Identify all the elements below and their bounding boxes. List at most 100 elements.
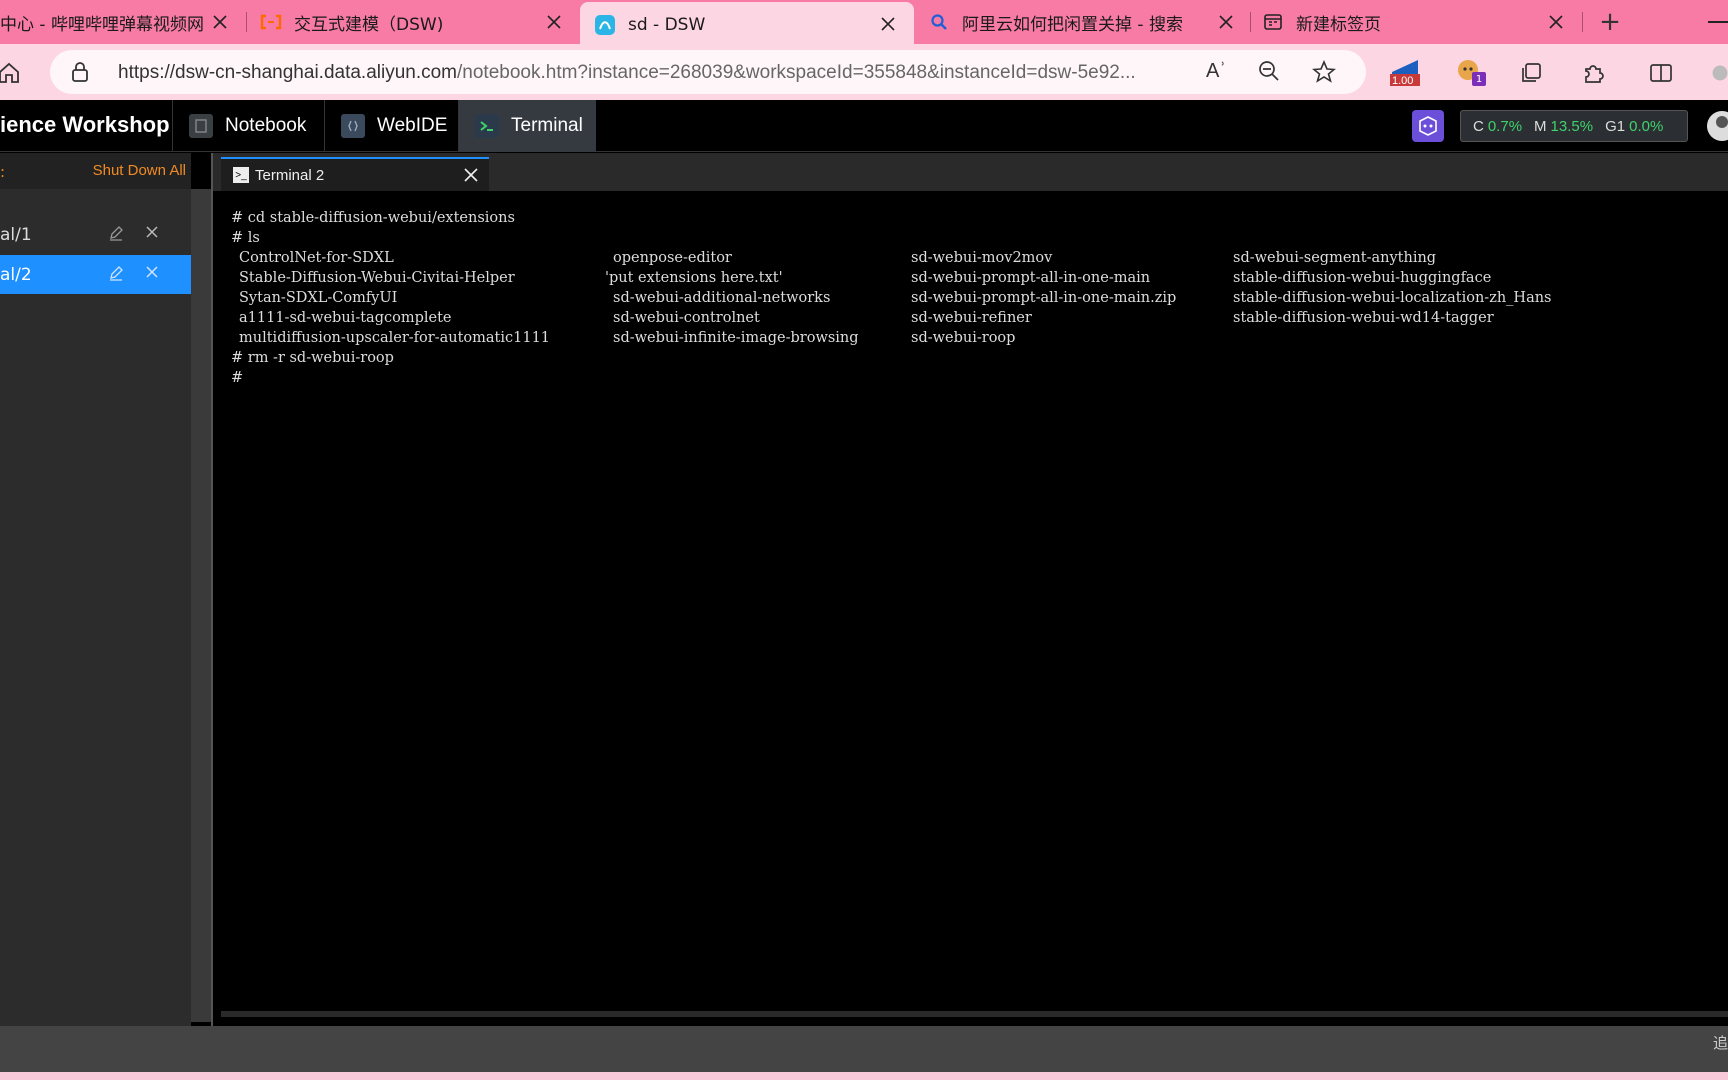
close-icon[interactable] bbox=[1546, 12, 1566, 32]
tab-webide[interactable]: WebIDE bbox=[324, 100, 458, 152]
tab-notebook[interactable]: Notebook bbox=[172, 100, 324, 152]
browser-tab-strip: 中心 - 哔哩哔哩弹幕视频网 交互式建模（DSW) sd - DSW 阿里云如何… bbox=[0, 0, 1728, 44]
tab-separator bbox=[246, 12, 247, 32]
terminal-line: # ls bbox=[231, 230, 260, 246]
ls-entry: sd-webui-prompt-all-in-one-main bbox=[911, 270, 1151, 286]
ls-entry: sd-webui-prompt-all-in-one-main.zip bbox=[911, 290, 1177, 306]
split-screen-icon[interactable] bbox=[1646, 58, 1676, 88]
terminal-line: # rm -r sd-webui-roop bbox=[231, 350, 394, 366]
url-text[interactable]: https://dsw-cn-shanghai.data.aliyun.com/… bbox=[118, 62, 1136, 84]
browser-tab-sd-dsw[interactable]: sd - DSW bbox=[580, 2, 914, 44]
terminal-sidebar: : Shut Down All al/1 al/2 bbox=[0, 153, 211, 1026]
edit-icon[interactable] bbox=[108, 225, 124, 246]
tab-title: 阿里云如何把闲置关掉 - 搜索 bbox=[962, 14, 1183, 35]
terminal-horizontal-scrollbar[interactable] bbox=[221, 1011, 1728, 1017]
tab-title: 新建标签页 bbox=[1296, 14, 1381, 35]
tab-terminal-2[interactable]: >_ Terminal 2 bbox=[221, 157, 489, 191]
user-avatar[interactable] bbox=[1706, 110, 1728, 142]
browser-tab-bilibili[interactable]: 中心 - 哔哩哔哩弹幕视频网 bbox=[0, 0, 246, 44]
resource-monitor[interactable]: C 0.7% M 13.5% G1 0.0% bbox=[1460, 110, 1688, 142]
new-tab-button[interactable]: + bbox=[1596, 7, 1624, 37]
url-path: /notebook.htm?instance=268039&workspaceI… bbox=[457, 62, 1136, 83]
tab-terminal[interactable]: Terminal bbox=[458, 100, 596, 152]
browser-tab-dsw-modeling[interactable]: 交互式建模（DSW) bbox=[260, 0, 580, 44]
assistant-robot-icon[interactable] bbox=[1412, 110, 1444, 142]
ls-entry: multidiffusion-upscaler-for-automatic111… bbox=[239, 330, 551, 346]
ls-entry: sd-webui-roop bbox=[911, 330, 1016, 346]
sidebar-header-fragment: : bbox=[0, 163, 6, 181]
collections-icon[interactable] bbox=[1516, 58, 1546, 88]
newtab-icon bbox=[1262, 11, 1284, 33]
status-bar: 追 bbox=[0, 1026, 1728, 1072]
ls-entry: a1111-sd-webui-tagcomplete bbox=[239, 310, 452, 326]
close-icon[interactable] bbox=[1216, 12, 1236, 32]
gpu-value: 0.0% bbox=[1629, 117, 1664, 135]
app-brand: ience Workshop bbox=[0, 112, 170, 137]
profile-avatar-icon[interactable] bbox=[1712, 58, 1728, 88]
dsw-icon bbox=[594, 14, 616, 36]
extension-avatar-icon[interactable]: 1 bbox=[1454, 56, 1486, 86]
extension-count-badge: 1 bbox=[1472, 72, 1486, 86]
aliyun-icon bbox=[260, 11, 282, 33]
close-icon[interactable] bbox=[144, 264, 160, 285]
minimize-icon[interactable] bbox=[1708, 21, 1728, 23]
ls-entry: sd-webui-refiner bbox=[911, 310, 1032, 326]
ls-entry: 'put extensions here.txt' bbox=[605, 270, 783, 286]
close-icon[interactable] bbox=[878, 14, 898, 34]
ls-entry: sd-webui-controlnet bbox=[613, 310, 760, 326]
address-bar[interactable]: https://dsw-cn-shanghai.data.aliyun.com/… bbox=[50, 50, 1366, 94]
cpu-value: 0.7% bbox=[1487, 117, 1523, 135]
read-aloud-icon[interactable]: Aʾ bbox=[1206, 60, 1226, 83]
terminal-prompt[interactable]: # bbox=[231, 370, 243, 386]
extensions-puzzle-icon[interactable] bbox=[1578, 58, 1608, 88]
sidebar-item-label: al/2 bbox=[0, 264, 32, 285]
status-text: 追 bbox=[1712, 1034, 1728, 1052]
bottom-strip bbox=[0, 1072, 1728, 1080]
terminal-tab-title: Terminal 2 bbox=[255, 166, 325, 184]
ls-entry: sd-webui-mov2mov bbox=[911, 250, 1053, 266]
terminal-icon: >_ bbox=[233, 167, 249, 183]
close-icon[interactable] bbox=[463, 167, 479, 187]
terminal-tab-bar: >_ Terminal 2 bbox=[213, 153, 1728, 191]
notebook-icon bbox=[189, 114, 213, 138]
ls-entry: sd-webui-additional-networks bbox=[613, 290, 831, 306]
sidebar-item-terminal-1[interactable]: al/1 bbox=[0, 215, 191, 254]
lock-icon[interactable] bbox=[70, 61, 90, 87]
sidebar-item-terminal-2[interactable]: al/2 bbox=[0, 255, 191, 294]
ls-entry: sd-webui-segment-anything bbox=[1233, 250, 1437, 266]
ls-entry: Stable-Diffusion-Webui-Civitai-Helper bbox=[239, 270, 515, 286]
browser-toolbar: https://dsw-cn-shanghai.data.aliyun.com/… bbox=[0, 44, 1728, 100]
sidebar-divider[interactable] bbox=[211, 153, 213, 1026]
terminal-icon bbox=[475, 114, 499, 138]
edit-icon[interactable] bbox=[108, 265, 124, 286]
terminal-output[interactable]: # cd stable-diffusion-webui/extensions #… bbox=[221, 199, 1728, 1011]
browser-tab-newtab[interactable]: 新建标签页 bbox=[1262, 0, 1582, 44]
tab-label: Terminal bbox=[511, 115, 583, 136]
shutdown-all-button[interactable]: Shut Down All bbox=[93, 162, 186, 179]
ls-entry: stable-diffusion-webui-localization-zh_H… bbox=[1233, 290, 1552, 306]
ls-entry: stable-diffusion-webui-huggingface bbox=[1233, 270, 1492, 286]
ls-entry: openpose-editor bbox=[613, 250, 732, 266]
webide-icon bbox=[341, 114, 365, 138]
ls-entry: stable-diffusion-webui-wd14-tagger bbox=[1233, 310, 1494, 326]
close-icon[interactable] bbox=[144, 224, 160, 245]
ls-entry: Sytan-SDXL-ComfyUI bbox=[239, 290, 398, 306]
extension-speed-icon[interactable]: 1.00 bbox=[1388, 54, 1422, 90]
search-icon bbox=[928, 11, 950, 33]
tab-label: WebIDE bbox=[377, 115, 448, 136]
close-icon[interactable] bbox=[544, 12, 564, 32]
browser-tab-search[interactable]: 阿里云如何把闲置关掉 - 搜索 bbox=[928, 0, 1252, 44]
tab-label: Notebook bbox=[225, 115, 307, 136]
app-header: ience Workshop Notebook WebIDE Terminal … bbox=[0, 100, 1728, 152]
close-icon[interactable] bbox=[210, 12, 230, 32]
mem-value: 13.5% bbox=[1550, 117, 1594, 135]
home-icon[interactable] bbox=[0, 58, 24, 88]
favorite-star-icon[interactable] bbox=[1311, 59, 1337, 88]
zoom-out-icon[interactable] bbox=[1258, 60, 1280, 86]
tab-title: sd - DSW bbox=[628, 15, 706, 35]
sidebar-scrollbar[interactable] bbox=[191, 189, 211, 1022]
ls-entry: ControlNet-for-SDXL bbox=[239, 250, 394, 266]
ls-entry: sd-webui-infinite-image-browsing bbox=[613, 330, 859, 346]
extension-badge-value: 1.00 bbox=[1392, 75, 1414, 87]
terminal-line: # cd stable-diffusion-webui/extensions bbox=[231, 210, 515, 226]
